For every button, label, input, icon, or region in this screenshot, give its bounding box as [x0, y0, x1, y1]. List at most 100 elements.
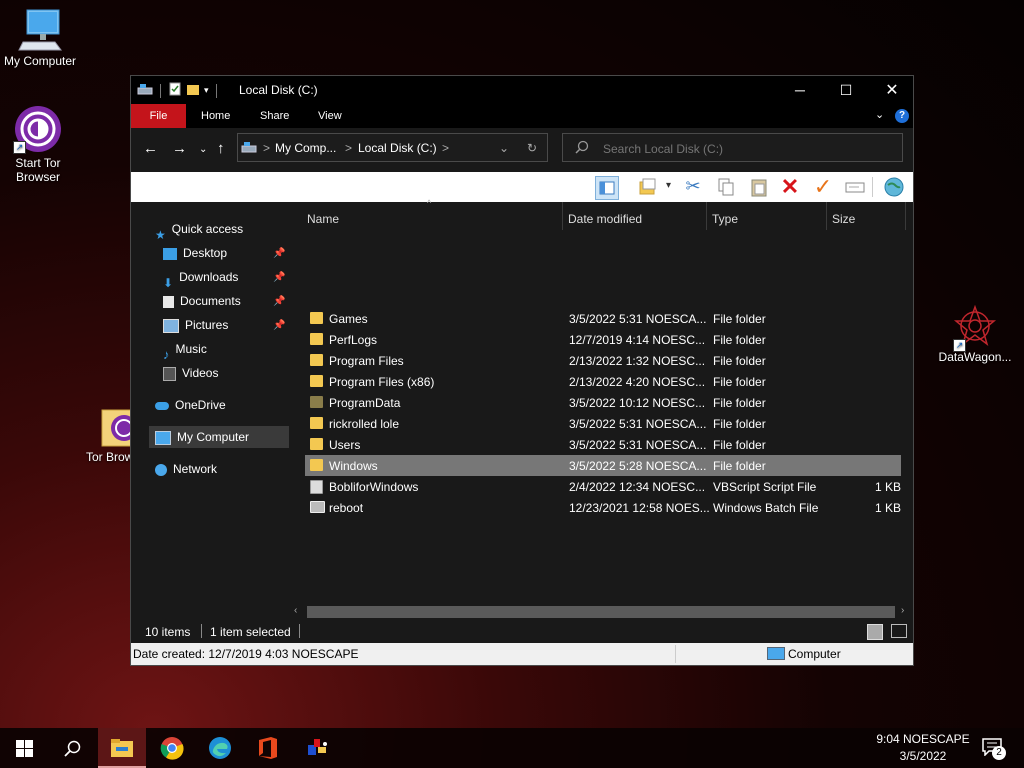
large-icons-view-icon[interactable] — [891, 624, 907, 638]
views-dropdown-icon[interactable]: ▾ — [666, 180, 671, 191]
nav-network[interactable]: Network — [155, 458, 217, 480]
pin-icon[interactable]: 📌 — [273, 320, 285, 331]
table-row[interactable]: reboot 12/23/2021 12:58 NOES... Windows … — [305, 497, 901, 518]
music-icon: ♪ — [163, 346, 170, 362]
nav-label: Documents — [180, 294, 241, 308]
desktop-icon-label: Start Tor Browser — [15, 156, 61, 184]
copy-icon[interactable] — [715, 176, 737, 198]
taskbar-file-explorer[interactable] — [98, 728, 146, 768]
new-folder-icon[interactable] — [186, 82, 200, 99]
nav-pictures[interactable]: Pictures — [163, 314, 228, 336]
table-row[interactable]: PerfLogs 12/7/2019 4:14 NOESC... File fo… — [305, 329, 901, 350]
views-icon[interactable] — [637, 176, 659, 198]
file-date: 2/13/2022 4:20 NOESC... — [569, 375, 706, 389]
scroll-left-icon[interactable]: ‹ — [294, 605, 297, 616]
nav-my-computer[interactable]: My Computer — [149, 426, 289, 448]
pin-icon[interactable]: 📌 — [273, 248, 285, 259]
tab-share[interactable]: Share — [260, 104, 289, 128]
refresh-icon[interactable]: ↻ — [527, 141, 537, 155]
nav-videos[interactable]: Videos — [163, 362, 218, 384]
recent-locations-icon[interactable]: ⌄ — [199, 144, 207, 155]
desktop-icon-my-computer[interactable]: My Computer — [0, 8, 80, 68]
table-row[interactable]: rickrolled lole 3/5/2022 5:31 NOESCA... … — [305, 413, 901, 434]
file-name: Games — [329, 312, 368, 326]
cloud-icon — [155, 401, 169, 410]
app-icon — [308, 739, 327, 755]
details-view-icon[interactable] — [867, 624, 883, 640]
minimize-button[interactable]: ─ — [777, 76, 823, 104]
nav-downloads[interactable]: ⬇ Downloads — [163, 266, 238, 290]
column-header-name[interactable]: Name — [307, 208, 339, 230]
maximize-button[interactable]: ☐ — [823, 76, 869, 104]
scroll-right-icon[interactable]: › — [901, 605, 904, 616]
nav-label: Music — [175, 342, 207, 356]
address-bar[interactable]: > My Comp... > Local Disk (C:) > ⌄ ↻ — [237, 133, 548, 162]
rename-icon[interactable] — [844, 176, 866, 198]
forward-arrow-icon[interactable]: → — [172, 140, 187, 157]
properties-icon[interactable] — [168, 82, 182, 99]
paste-icon[interactable] — [748, 176, 770, 198]
close-button[interactable]: ✕ — [869, 76, 915, 104]
desktop-icon-start-tor-browser[interactable]: ↗ Start Tor Browser — [0, 104, 78, 184]
table-row[interactable]: Program Files (x86) 2/13/2022 4:20 NOESC… — [305, 371, 901, 392]
column-header-type[interactable]: Type — [712, 208, 738, 230]
nav-onedrive[interactable]: OneDrive — [155, 394, 226, 416]
pin-icon[interactable]: 📌 — [273, 272, 285, 283]
taskbar-app[interactable] — [294, 728, 342, 768]
taskbar-edge[interactable] — [196, 728, 244, 768]
taskbar-chrome[interactable] — [148, 728, 196, 768]
breadcrumb-local-disk[interactable]: Local Disk (C:) — [358, 141, 437, 155]
file-type: File folder — [713, 354, 766, 368]
search-box[interactable] — [562, 133, 903, 162]
file-name: BobliforWindows — [329, 480, 419, 494]
scrollbar-thumb[interactable] — [307, 606, 895, 618]
column-divider — [562, 202, 563, 230]
cut-icon[interactable]: ✂ — [682, 176, 704, 198]
file-type: File folder — [713, 438, 766, 452]
table-row[interactable]: BobliforWindows 2/4/2022 12:34 NOESC... … — [305, 476, 901, 497]
help-icon[interactable]: ? — [895, 109, 909, 123]
pin-icon[interactable]: 📌 — [273, 296, 285, 307]
column-divider — [706, 202, 707, 230]
table-row[interactable]: ProgramData 3/5/2022 10:12 NOESC... File… — [305, 392, 901, 413]
search-input[interactable] — [601, 139, 895, 158]
ribbon-expand-icon[interactable]: ⌄ — [875, 108, 884, 121]
nav-label: Pictures — [185, 318, 229, 332]
taskbar-office[interactable] — [244, 728, 292, 768]
checkmark-icon[interactable]: ✓ — [812, 176, 834, 198]
start-button[interactable] — [0, 728, 48, 768]
desktop-icon-datawagon[interactable]: ↗ DataWagon... — [935, 304, 1015, 364]
preview-pane-icon[interactable] — [595, 176, 619, 200]
qat-dropdown-icon[interactable]: ▾ — [204, 85, 209, 96]
column-header-size[interactable]: Size — [832, 208, 855, 230]
nav-quick-access[interactable]: ★ Quick access — [155, 218, 244, 242]
back-arrow-icon[interactable]: ← — [143, 140, 158, 157]
clock[interactable]: 9:04 NOESCAPE 3/5/2022 — [868, 731, 978, 765]
drive-icon[interactable] — [137, 82, 153, 99]
table-row[interactable]: Program Files 2/13/2022 1:32 NOESC... Fi… — [305, 350, 901, 371]
column-header-date[interactable]: Date modified — [568, 208, 642, 230]
address-dropdown-icon[interactable]: ⌄ — [499, 141, 509, 155]
batch-file-icon — [310, 501, 325, 513]
table-row-selected[interactable]: Windows 3/5/2022 5:28 NOESCA... File fol… — [305, 455, 901, 476]
globe-icon[interactable] — [883, 176, 905, 198]
status-divider — [201, 624, 202, 638]
horizontal-scrollbar[interactable]: ‹ › — [289, 604, 913, 620]
tab-file[interactable]: File — [131, 104, 186, 128]
nav-documents[interactable]: Documents — [163, 290, 241, 312]
nav-music[interactable]: ♪ Music — [163, 338, 207, 362]
nav-desktop[interactable]: Desktop — [163, 242, 227, 264]
file-date: 12/23/2021 12:58 NOES... — [569, 501, 710, 515]
datawagon-icon: ↗ — [953, 304, 997, 352]
tab-view[interactable]: View — [318, 104, 342, 128]
table-row[interactable]: Games 3/5/2022 5:31 NOESCA... File folde… — [305, 308, 901, 329]
table-row[interactable]: Users 3/5/2022 5:31 NOESCA... File folde… — [305, 434, 901, 455]
breadcrumb-my-computer[interactable]: My Comp... — [275, 141, 336, 155]
tab-home[interactable]: Home — [201, 104, 230, 128]
nav-label: Quick access — [171, 222, 244, 236]
notification-center-button[interactable]: 2 — [978, 736, 1012, 762]
search-button[interactable] — [48, 728, 96, 768]
up-arrow-icon[interactable]: ↑ — [217, 140, 225, 157]
delete-icon[interactable]: ✕ — [779, 176, 801, 198]
clock-date: 3/5/2022 — [899, 749, 947, 763]
